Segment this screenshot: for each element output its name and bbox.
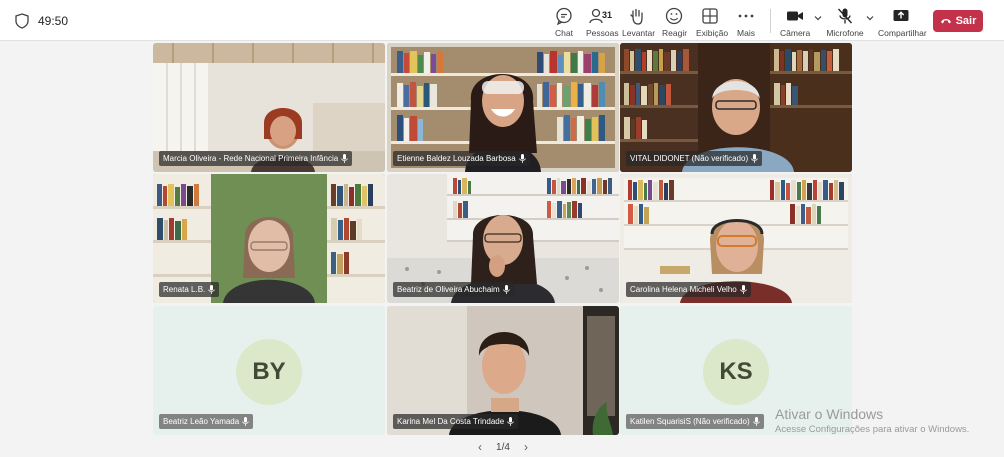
- mic-icon: [751, 154, 758, 163]
- people-label: Pessoas: [586, 28, 619, 38]
- view-button[interactable]: Exibição: [696, 5, 729, 39]
- participant-name: VITAL DIDONET (Não verificado): [630, 154, 749, 163]
- grid-view-icon: [702, 8, 718, 24]
- mic-options-chevron-icon[interactable]: [865, 13, 875, 23]
- participant-name-tag: Renata L.B.: [159, 282, 220, 297]
- mic-icon: [208, 285, 215, 294]
- participant-name-tag: VITAL DIDONET (Não verificado): [626, 151, 763, 166]
- camera-options-chevron-icon[interactable]: [813, 13, 823, 23]
- participant-tile-karina[interactable]: Karina Mel Da Costa Trindade: [387, 306, 619, 435]
- raise-label: Levantar: [622, 28, 656, 38]
- page-indicator: 1/4: [496, 441, 510, 453]
- participant-name-tag: Carolina Helena Micheli Velho: [626, 282, 751, 297]
- avatar: KS: [703, 339, 769, 405]
- toolbar-divider: [770, 9, 771, 33]
- mic-icon: [242, 417, 249, 426]
- previous-page-chevron-icon[interactable]: ‹: [478, 440, 482, 454]
- meeting-toolbar: 49:50 Chat Pessoas 31 Levantar Reagir Ex…: [0, 0, 1004, 41]
- mic-icon: [503, 285, 510, 294]
- mic-icon: [752, 417, 760, 426]
- participant-name: Katilen SquarisiS (Não verificado): [630, 417, 750, 426]
- watermark-subtitle: Acesse Configurações para ativar o Windo…: [775, 424, 970, 435]
- leave-label: Sair: [955, 15, 977, 27]
- participant-name-tag: Karina Mel Da Costa Trindade: [393, 414, 519, 429]
- view-label: Exibição: [696, 28, 729, 38]
- more-label: Mais: [737, 28, 755, 38]
- participant-tile-carolina[interactable]: Carolina Helena Micheli Velho: [620, 174, 852, 303]
- participant-tile-beatriz-a[interactable]: Beatriz de Oliveira Abuchaim: [387, 174, 619, 303]
- windows-activation-watermark: Ativar o Windows Acesse Configurações pa…: [775, 406, 969, 435]
- camera-icon: [787, 11, 803, 21]
- participant-tile-marcia[interactable]: Marcia Oliveira - Rede Nacional Primeira…: [153, 43, 385, 172]
- shield-icon[interactable]: [15, 13, 29, 29]
- next-page-chevron-icon[interactable]: ›: [524, 440, 528, 454]
- mic-muted-icon: [837, 8, 853, 24]
- react-label: Reagir: [662, 28, 688, 38]
- chat-button[interactable]: Chat: [552, 5, 576, 39]
- meeting-timer: 49:50: [38, 14, 69, 28]
- mic-label: Microfone: [826, 28, 864, 38]
- participant-name: Beatriz de Oliveira Abuchaim: [397, 285, 500, 294]
- mic-icon: [519, 154, 526, 163]
- avatar: BY: [236, 339, 302, 405]
- mic-icon: [341, 154, 348, 163]
- participant-name: Karina Mel Da Costa Trindade: [397, 417, 505, 426]
- gallery-pager: ‹ 1/4 ›: [478, 440, 528, 454]
- participant-name: Renata L.B.: [163, 285, 206, 294]
- share-label: Compartilhar: [878, 28, 927, 38]
- participant-name-tag: Marcia Oliveira - Rede Nacional Primeira…: [159, 151, 353, 166]
- raise-hand-button[interactable]: Levantar: [622, 5, 656, 39]
- participant-name-tag: Beatriz Leão Yamada: [159, 414, 254, 429]
- participant-tile-renata[interactable]: Renata L.B.: [153, 174, 385, 303]
- share-screen-icon: [893, 10, 909, 21]
- participant-name-tag: Katilen SquarisiS (Não verificado): [626, 414, 764, 429]
- participant-tile-beatriz-y[interactable]: BY Beatriz Leão Yamada: [153, 306, 385, 435]
- participant-name: Carolina Helena Micheli Velho: [630, 285, 737, 294]
- participant-name: Marcia Oliveira - Rede Nacional Primeira…: [163, 154, 339, 163]
- more-button[interactable]: Mais: [734, 5, 758, 39]
- participant-tile-etienne[interactable]: Etienne Baldez Louzada Barbosa: [387, 43, 619, 172]
- camera-button[interactable]: Câmera: [780, 5, 810, 39]
- participant-tile-vital[interactable]: VITAL DIDONET (Não verificado): [620, 43, 852, 172]
- mic-button[interactable]: Microfone: [826, 5, 864, 39]
- share-button[interactable]: Compartilhar: [878, 5, 927, 39]
- chat-icon: [556, 7, 572, 25]
- participant-name: Beatriz Leão Yamada: [163, 417, 240, 426]
- participant-name-tag: Etienne Baldez Louzada Barbosa: [393, 151, 530, 166]
- phone-hangup-icon: [940, 19, 951, 24]
- participant-name-tag: Beatriz de Oliveira Abuchaim: [393, 282, 514, 297]
- mic-icon: [740, 285, 747, 294]
- smiley-icon: [665, 7, 683, 25]
- watermark-title: Ativar o Windows: [775, 406, 884, 422]
- camera-label: Câmera: [780, 28, 811, 38]
- people-count: 31: [602, 10, 613, 20]
- chat-label: Chat: [555, 28, 573, 38]
- hand-icon: [630, 8, 643, 25]
- leave-button[interactable]: Sair: [933, 10, 983, 32]
- more-icon: [738, 14, 754, 18]
- participant-name: Etienne Baldez Louzada Barbosa: [397, 154, 516, 163]
- react-button[interactable]: Reagir: [662, 5, 688, 39]
- mic-icon: [507, 417, 514, 426]
